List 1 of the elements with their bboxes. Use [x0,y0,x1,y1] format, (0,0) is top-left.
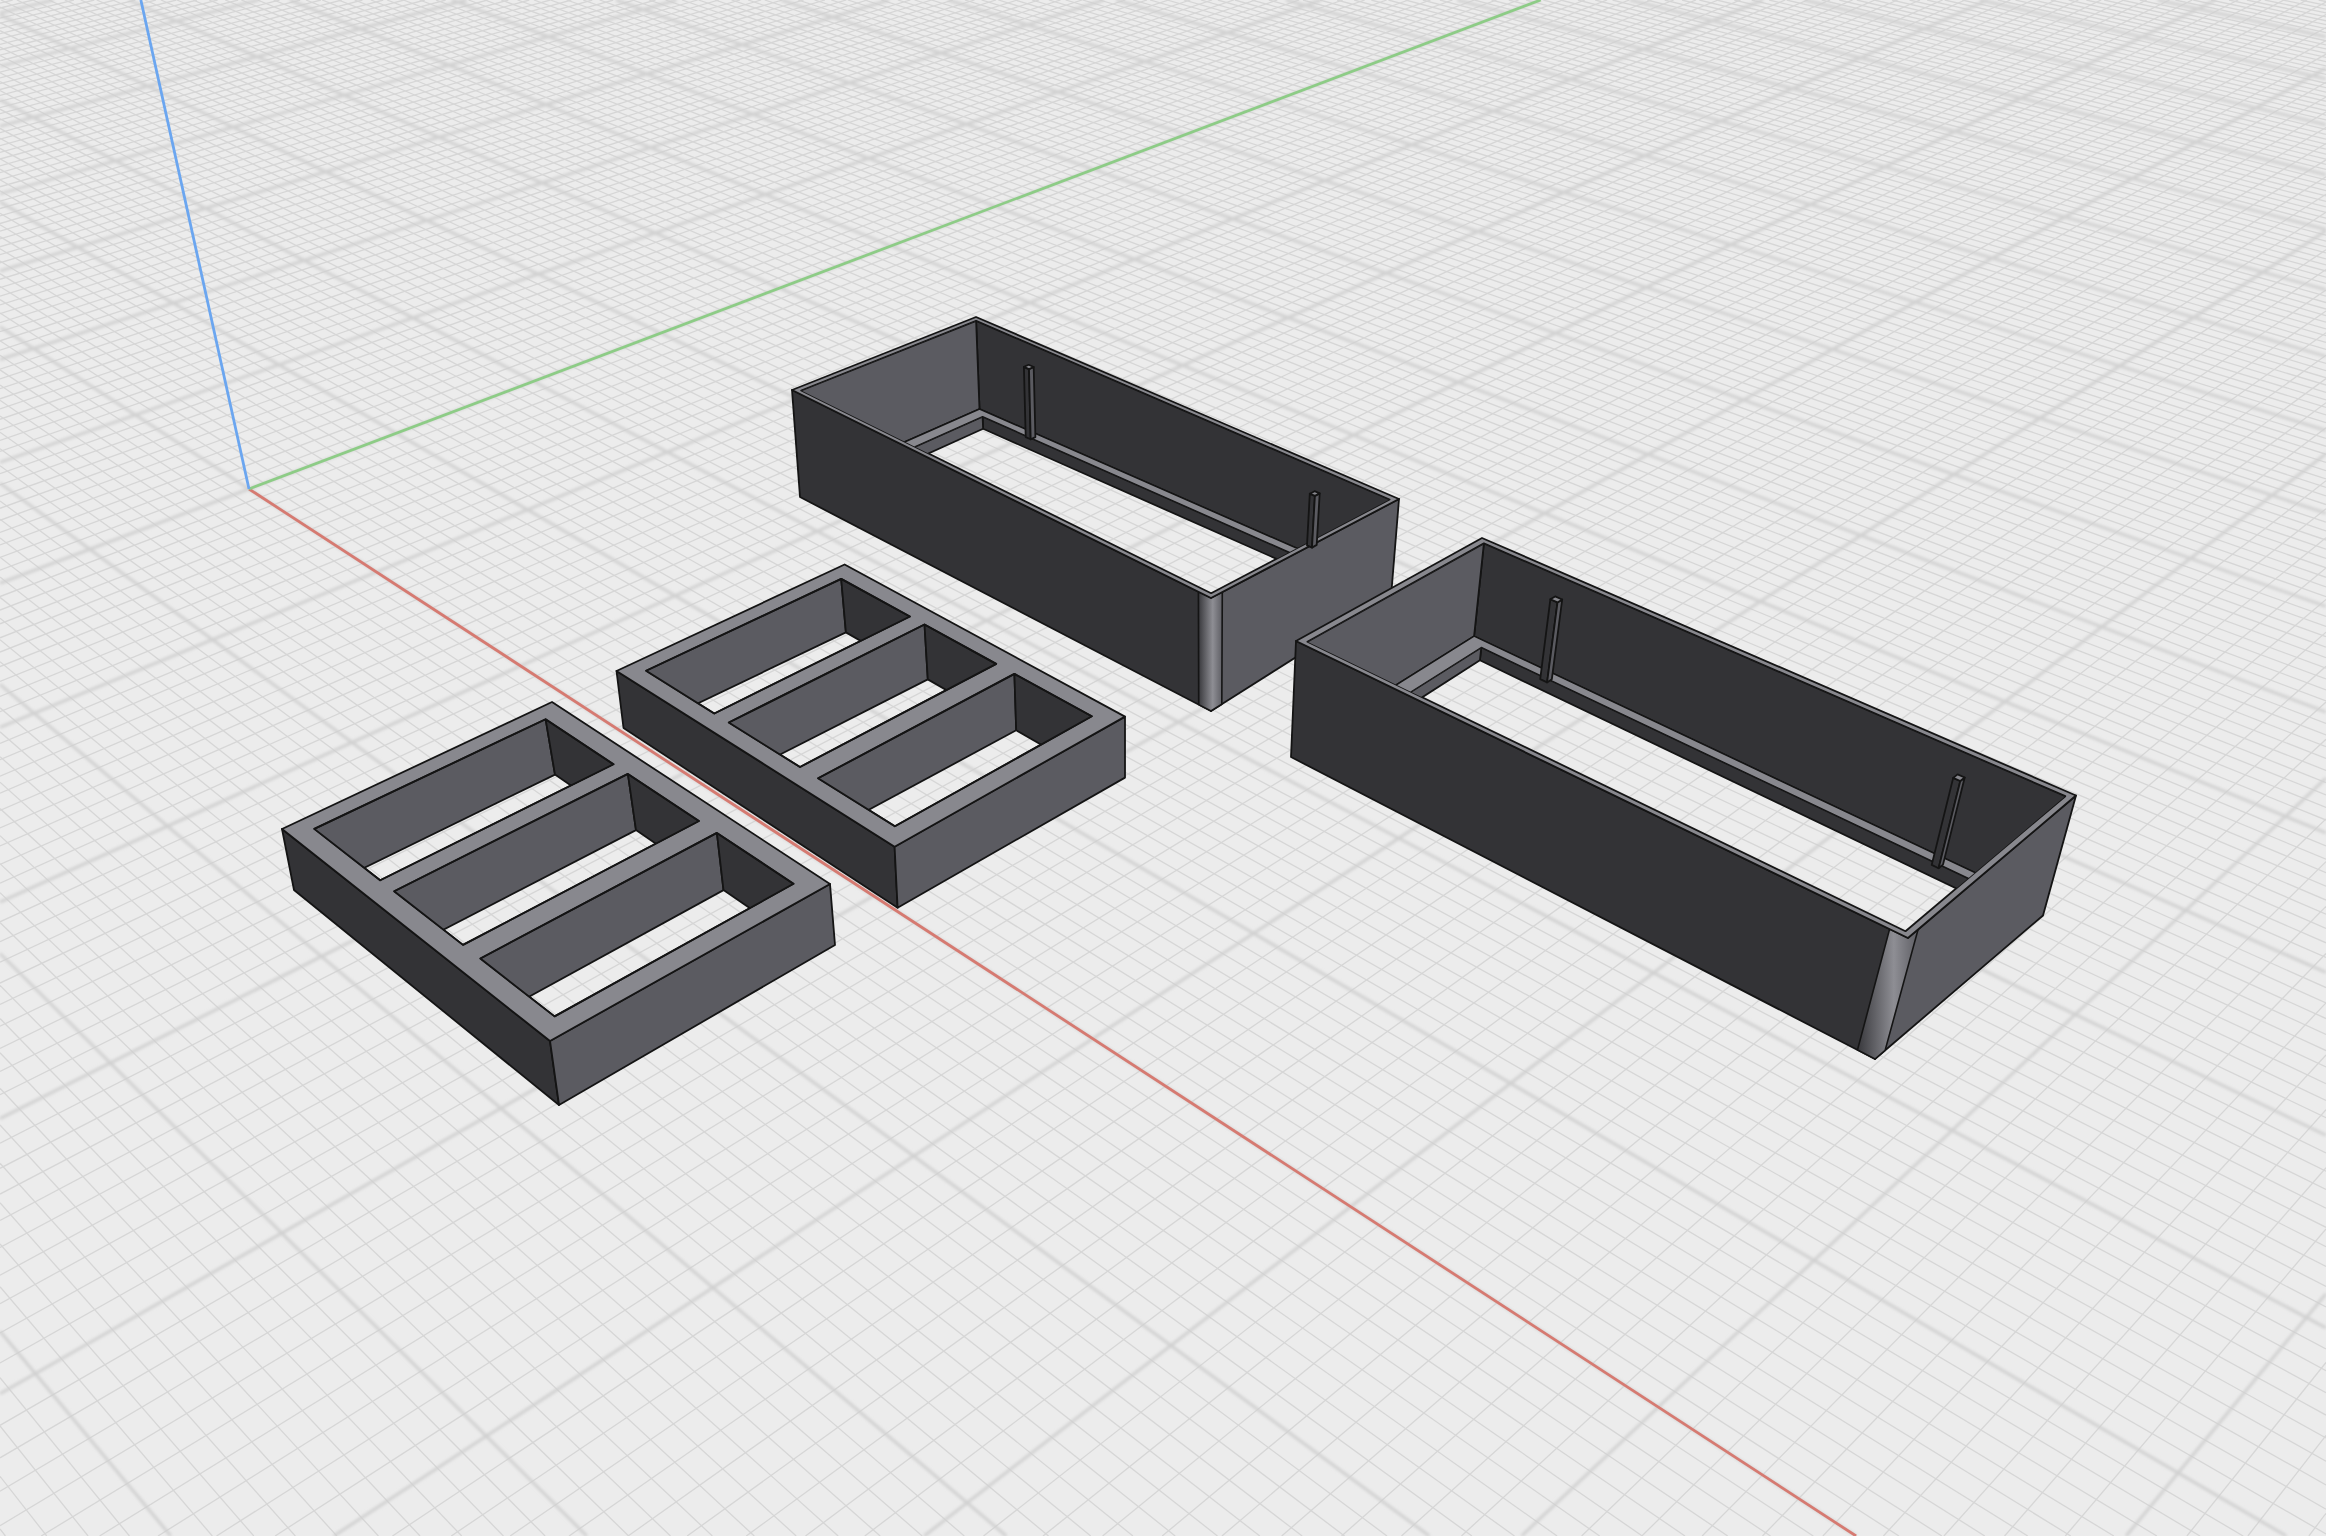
post [1306,490,1321,549]
